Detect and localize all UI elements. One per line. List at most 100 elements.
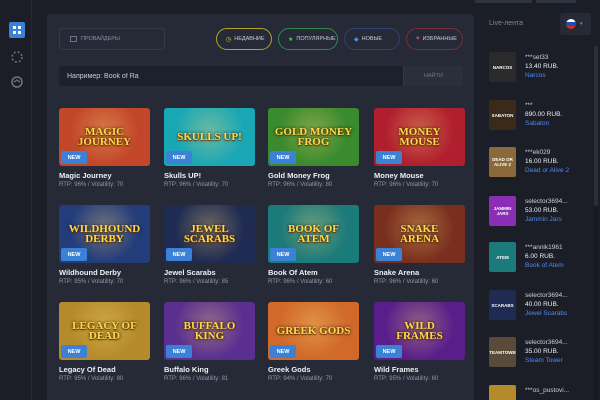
scrollbar-thumb[interactable] bbox=[594, 46, 598, 206]
feed-game-thumbnail[interactable]: NARCOS bbox=[489, 52, 516, 82]
feed-item[interactable]: SCARABS selector3694... 40.00 RUB. Jewel Sc… bbox=[489, 290, 589, 320]
feed-item[interactable]: NARCOS ***set33 13.40 RUB. Narcos bbox=[489, 52, 589, 82]
game-thumbnail[interactable]: WILDHOUND DERBY NEW bbox=[59, 205, 150, 263]
game-title[interactable]: Book Of Atem bbox=[268, 268, 318, 277]
game-title[interactable]: Wildhound Derby bbox=[59, 268, 121, 277]
feed-game-thumbnail[interactable]: ATEM bbox=[489, 242, 516, 272]
game-thumbnail[interactable]: BUFFALO KING NEW bbox=[164, 302, 255, 360]
game-title[interactable]: Legacy Of Dead bbox=[59, 365, 116, 374]
feed-amount: 13.40 RUB. bbox=[525, 63, 559, 70]
feed-game-link[interactable]: Jewel Scarabs bbox=[525, 310, 567, 317]
feed-game-link[interactable]: Sabaton bbox=[525, 120, 549, 127]
feed-game-link[interactable]: Book of Atem bbox=[525, 262, 564, 269]
game-tile[interactable]: LEGACY OF DEAD NEW Legacy Of Dead RTP: 95% … bbox=[59, 302, 150, 388]
games-grid-icon[interactable] bbox=[9, 22, 25, 38]
games-panel: ПРОВАЙДЕРЫ ◷ НЕДАВНИЕ ★ ПОПУЛЯРНЫЕ ◆ НОВ… bbox=[47, 14, 474, 400]
feed-tab[interactable] bbox=[475, 0, 532, 3]
filter-recent-button[interactable]: ◷ НЕДАВНИЕ bbox=[216, 28, 272, 50]
filter-new-label: НОВЫЕ bbox=[361, 36, 383, 42]
game-title[interactable]: Wild Frames bbox=[374, 365, 419, 374]
new-badge: NEW bbox=[61, 345, 87, 358]
filter-new-button[interactable]: ◆ НОВЫЕ bbox=[344, 28, 400, 50]
game-thumbnail[interactable]: GREEK GODS NEW bbox=[268, 302, 359, 360]
game-title[interactable]: Jewel Scarabs bbox=[164, 268, 216, 277]
feed-item[interactable]: DEAD OR ALIVE 2 ***ek029 16.00 RUB. Dead or… bbox=[489, 147, 589, 177]
feed-username: selector3694... bbox=[525, 198, 568, 205]
live-feed: Live-лента ▾ NARCOS ***set33 13.40 RUB. Nar… bbox=[475, 0, 600, 400]
new-badge: NEW bbox=[376, 151, 402, 164]
feed-item[interactable]: ATEM ***annik1961 6.00 RUB. Book of Atem bbox=[489, 242, 589, 272]
spinner-icon[interactable] bbox=[9, 49, 25, 65]
live-feed-title: Live-лента bbox=[489, 20, 524, 27]
feed-item[interactable]: ***os_pustovi... bbox=[489, 385, 589, 400]
game-title[interactable]: Buffalo King bbox=[164, 365, 209, 374]
game-title[interactable]: Snake Arena bbox=[374, 268, 419, 277]
game-tile[interactable]: GOLD MONEY FROG NEW Gold Money Frog RTP: 96… bbox=[268, 108, 359, 194]
game-thumbnail[interactable]: LEGACY OF DEAD NEW bbox=[59, 302, 150, 360]
feed-item[interactable]: SABATON *** 890.00 RUB. Sabaton bbox=[489, 100, 589, 130]
feed-amount: 35.00 RUB. bbox=[525, 348, 559, 355]
feed-username: ***annik1961 bbox=[525, 244, 563, 251]
game-thumbnail[interactable]: SNAKE ARENA NEW bbox=[374, 205, 465, 263]
providers-label: ПРОВАЙДЕРЫ bbox=[81, 36, 120, 42]
feed-username: *** bbox=[525, 102, 533, 109]
game-thumbnail[interactable]: BOOK OF ATEM NEW bbox=[268, 205, 359, 263]
new-badge: NEW bbox=[270, 151, 296, 164]
chevron-down-icon: ▾ bbox=[580, 21, 583, 27]
feed-game-thumbnail[interactable]: SABATON bbox=[489, 100, 516, 130]
game-thumbnail[interactable]: MAGIC JOURNEY NEW bbox=[59, 108, 150, 166]
feed-item[interactable]: STEAMTOWER selector3694... 35.00 RUB. Steam… bbox=[489, 337, 589, 367]
game-thumbnail[interactable]: MONEY MOUSE NEW bbox=[374, 108, 465, 166]
feed-amount: 53.00 RUB. bbox=[525, 207, 559, 214]
feed-game-link[interactable]: Jammin Jars bbox=[525, 216, 562, 223]
feed-game-link[interactable]: Narcos bbox=[525, 72, 546, 79]
providers-button[interactable]: ПРОВАЙДЕРЫ bbox=[59, 28, 165, 50]
game-tile[interactable]: MONEY MOUSE NEW Money Mouse RTP: 96% / Vola… bbox=[374, 108, 465, 194]
game-rtp-volatility: RTP: 95% / Volatility: 80 bbox=[59, 376, 124, 382]
new-badge: NEW bbox=[270, 248, 296, 261]
new-badge: NEW bbox=[166, 151, 192, 164]
filter-favorites-button[interactable]: ♥ ИЗБРАННЫЕ bbox=[406, 28, 463, 50]
game-tile[interactable]: BOOK OF ATEM NEW Book Of Atem RTP: 96% / Vo… bbox=[268, 205, 359, 291]
new-badge: NEW bbox=[376, 248, 402, 261]
new-badge: NEW bbox=[166, 248, 192, 261]
game-tile[interactable]: MAGIC JOURNEY NEW Magic Journey RTP: 96% / … bbox=[59, 108, 150, 194]
game-rtp-volatility: RTP: 95% / Volatility: 70 bbox=[59, 279, 124, 285]
game-tile[interactable]: WILDHOUND DERBY NEW Wildhound Derby RTP: 95… bbox=[59, 205, 150, 291]
game-thumbnail[interactable]: GOLD MONEY FROG NEW bbox=[268, 108, 359, 166]
game-title[interactable]: Gold Money Frog bbox=[268, 171, 330, 180]
history-icon[interactable] bbox=[9, 74, 25, 90]
feed-username: selector3694... bbox=[525, 339, 568, 346]
filter-popular-label: ПОПУЛЯРНЫЕ bbox=[296, 36, 336, 42]
game-title[interactable]: Magic Journey bbox=[59, 171, 112, 180]
game-tile[interactable]: JEWEL SCARABS NEW Jewel Scarabs RTP: 96% / … bbox=[164, 205, 255, 291]
left-rail bbox=[0, 0, 32, 400]
game-thumbnail[interactable]: SKULLS UP! NEW bbox=[164, 108, 255, 166]
feed-game-thumbnail[interactable]: JAMMIN JARS bbox=[489, 196, 516, 226]
game-rtp-volatility: RTP: 96% / Volatility: 80 bbox=[268, 182, 333, 188]
feed-item[interactable]: JAMMIN JARS selector3694... 53.00 RUB. Jamm… bbox=[489, 196, 589, 226]
game-tile[interactable]: SKULLS UP! NEW Skulls UP! RTP: 96% / Volati… bbox=[164, 108, 255, 194]
feed-game-link[interactable]: Dead or Alive 2 bbox=[525, 167, 569, 174]
game-title[interactable]: Money Mouse bbox=[374, 171, 424, 180]
game-tile[interactable]: SNAKE ARENA NEW Snake Arena RTP: 96% / Vola… bbox=[374, 205, 465, 291]
search-input[interactable] bbox=[59, 66, 403, 86]
game-tile[interactable]: WILD FRAMES NEW Wild Frames RTP: 95% / Vola… bbox=[374, 302, 465, 388]
game-rtp-volatility: RTP: 96% / Volatility: 60 bbox=[268, 279, 333, 285]
language-selector[interactable]: ▾ bbox=[560, 13, 591, 35]
feed-scrollbar[interactable] bbox=[594, 46, 598, 400]
game-tile[interactable]: BUFFALO KING NEW Buffalo King RTP: 96% / Vo… bbox=[164, 302, 255, 388]
feed-tab[interactable] bbox=[536, 0, 576, 3]
filter-popular-button[interactable]: ★ ПОПУЛЯРНЫЕ bbox=[278, 28, 338, 50]
feed-game-thumbnail[interactable] bbox=[489, 385, 516, 400]
game-tile[interactable]: GREEK GODS NEW Greek Gods RTP: 94% / Volati… bbox=[268, 302, 359, 388]
feed-game-thumbnail[interactable]: STEAMTOWER bbox=[489, 337, 516, 367]
feed-game-thumbnail[interactable]: DEAD OR ALIVE 2 bbox=[489, 147, 516, 177]
game-thumbnail[interactable]: WILD FRAMES NEW bbox=[374, 302, 465, 360]
search-button[interactable]: НАЙТИ bbox=[403, 66, 463, 86]
game-thumbnail[interactable]: JEWEL SCARABS NEW bbox=[164, 205, 255, 263]
game-title[interactable]: Skulls UP! bbox=[164, 171, 201, 180]
game-title[interactable]: Greek Gods bbox=[268, 365, 311, 374]
feed-game-link[interactable]: Steam Tower bbox=[525, 357, 563, 364]
feed-game-thumbnail[interactable]: SCARABS bbox=[489, 290, 516, 320]
